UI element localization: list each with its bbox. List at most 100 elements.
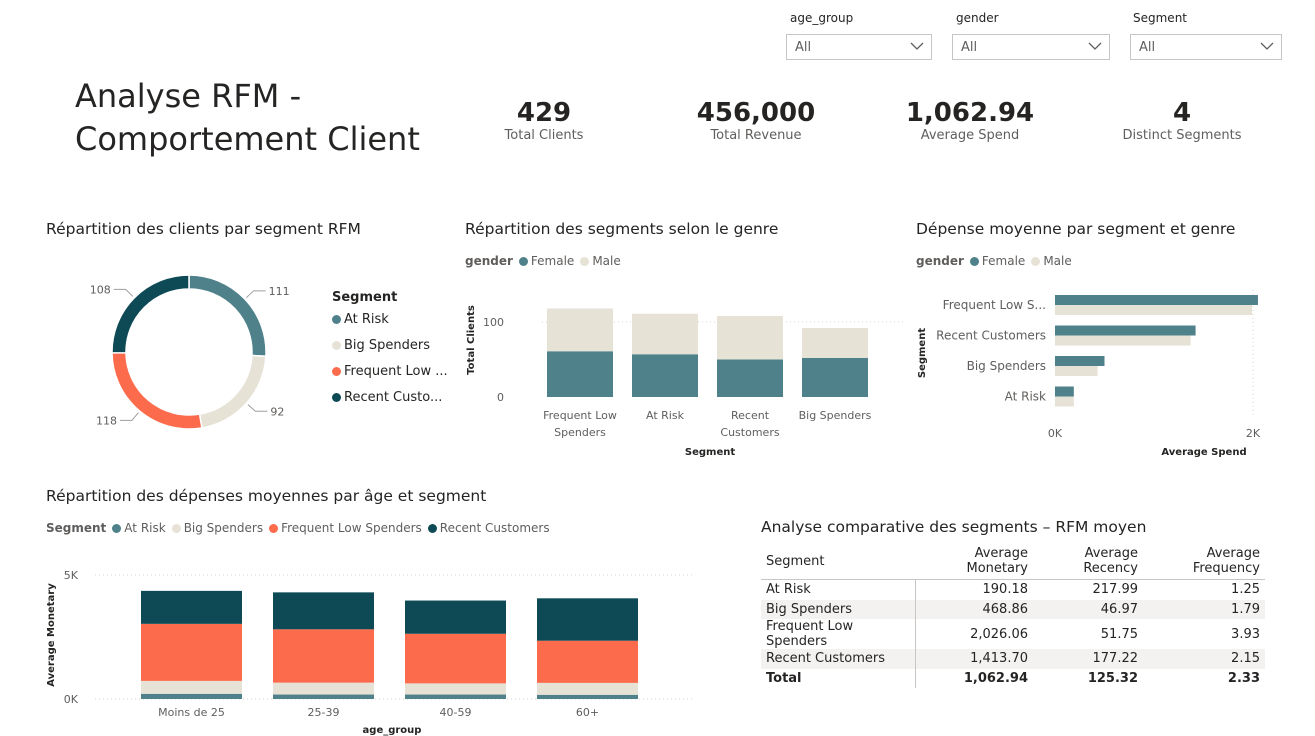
y-tick-label: At Risk [1005, 390, 1046, 404]
x-tick-label: 2K [1246, 427, 1261, 440]
legend-dot-at-risk [332, 315, 341, 324]
y-tick-label: Recent Customers [936, 329, 1046, 343]
y-tick-label: Big Spenders [967, 359, 1046, 373]
column-header[interactable]: Average Frequency [1143, 543, 1265, 580]
table-cell-value: 2,026.06 [970, 626, 1028, 642]
slicer-gender-value: All [961, 40, 978, 55]
age-bar-chart[interactable]: 5K 0K Average Monetary Moins de 25 25-39 40-5… [40, 560, 710, 736]
legend-dot-recent [332, 393, 341, 402]
table-cell-value: 3.93 [1231, 626, 1260, 642]
legend-label[interactable]: Big Spenders [184, 521, 263, 535]
bar-frequent-low [273, 629, 374, 683]
bar-recent [141, 590, 242, 624]
table-cell-value: 1,062.94 [963, 670, 1028, 686]
bar-female [1055, 386, 1074, 397]
kpi-total-revenue: 456,000 Total Revenue [656, 98, 856, 143]
table-total-row[interactable]: Total 1,062.94 125.32 2.33 [761, 668, 1265, 688]
donut-title: Répartition des clients par segment RFM [46, 220, 361, 238]
slicer-segment-dropdown[interactable]: All [1130, 34, 1282, 60]
donut-legend-item[interactable]: Big Spenders [332, 338, 448, 364]
legend-label[interactable]: Male [592, 254, 620, 268]
bar-female [1055, 356, 1105, 366]
legend-label[interactable]: Female [531, 254, 574, 268]
x-tick-label: 60+ [576, 706, 599, 719]
page-title-line1: Analyse RFM - [75, 77, 302, 115]
bar-female [802, 358, 868, 397]
bar-female [1055, 325, 1196, 336]
donut-legend-item[interactable]: At Risk [332, 312, 448, 338]
legend-label: Recent Custo... [344, 390, 443, 405]
donut-data-label: 118 [96, 414, 117, 427]
table-cell-segment: Total [761, 668, 916, 688]
chevron-down-icon [1088, 42, 1102, 50]
table-row[interactable]: Frequent Low Spenders 2,026.06 51.75 3.93 [761, 619, 1265, 649]
kpi-label: Total Clients [504, 128, 584, 143]
bar-frequent-low [405, 633, 506, 684]
legend-dot-at-risk [112, 524, 122, 533]
legend-label[interactable]: Recent Customers [440, 521, 550, 535]
bar-big-spenders [141, 680, 242, 694]
donut-data-label: 92 [270, 405, 284, 418]
donut-slice-frequent-low [111, 351, 203, 430]
table-cell-segment: Frequent Low Spenders [761, 619, 916, 649]
legend-title: gender [916, 254, 964, 268]
column-header[interactable]: Segment [761, 543, 915, 580]
x-axis-title: age_group [363, 725, 422, 736]
column-header[interactable]: Average Recency [1033, 543, 1143, 580]
legend-label[interactable]: Frequent Low Spenders [281, 521, 422, 535]
bar-frequent-low [141, 623, 242, 681]
table-cell-value: 217.99 [1092, 582, 1139, 598]
table-cell-value: 1.79 [1143, 599, 1265, 619]
kpi-label: Average Spend [920, 128, 1020, 143]
column-header[interactable]: Average Monetary [915, 543, 1033, 580]
donut-chart[interactable]: 111 92 118 108 [60, 255, 330, 445]
gender-bar-legend: gender Female Male [465, 254, 621, 268]
legend-dot-big-spenders [332, 341, 341, 350]
legend-label[interactable]: At Risk [124, 521, 165, 535]
bar-male [547, 308, 613, 352]
table-cell-value: 46.97 [1033, 599, 1143, 619]
bar-recent [405, 600, 506, 634]
table-cell-value: 468.86 [915, 599, 1033, 619]
kpi-value: 456,000 [696, 98, 816, 128]
table-cell-value: 190.18 [982, 582, 1029, 598]
spend-bar-chart[interactable]: Frequent Low S... Recent Customers Big Spe… [910, 285, 1305, 465]
x-tick-label: Big Spenders [799, 409, 872, 422]
legend-dot-recent [427, 524, 437, 533]
table-row[interactable]: Recent Customers 1,413.70 177.22 2.15 [761, 649, 1265, 669]
kpi-value: 1,062.94 [905, 98, 1035, 128]
table-cell-value: 177.22 [1033, 649, 1143, 669]
page-title-line2: Comportement Client [75, 120, 420, 158]
y-axis-title: Segment [917, 328, 928, 378]
slicer-age-group-dropdown[interactable]: All [786, 34, 932, 60]
x-axis-title: Segment [685, 447, 735, 458]
donut-data-label: 108 [90, 283, 111, 296]
legend-dot-male [1031, 257, 1041, 266]
legend-label: Big Spenders [344, 338, 431, 353]
bar-big-spenders [405, 683, 506, 695]
rfm-table: Segment Average Monetary Average Recency… [761, 543, 1265, 688]
table-row[interactable]: Big Spenders 468.86 46.97 1.79 [761, 599, 1265, 619]
legend-label[interactable]: Male [1043, 254, 1071, 268]
bar-male [1055, 305, 1253, 315]
donut-leader-line [119, 412, 139, 421]
y-tick-label: 5K [64, 569, 79, 582]
bar-at-risk [405, 694, 506, 699]
bar-at-risk [141, 693, 242, 699]
slicer-gender-dropdown[interactable]: All [952, 34, 1110, 60]
table-row[interactable]: At Risk 190.18 217.99 1.25 [761, 579, 1265, 600]
table-cell-value: 2.33 [1227, 670, 1260, 686]
kpi-distinct-segments: 4 Distinct Segments [1082, 98, 1282, 143]
kpi-average-spend: 1,062.94 Average Spend [870, 98, 1070, 143]
x-tick-label: Moins de 25 [158, 706, 225, 719]
legend-title: gender [465, 254, 513, 268]
donut-leader-line [247, 404, 268, 412]
legend-label[interactable]: Female [982, 254, 1025, 268]
donut-legend-item[interactable]: Frequent Low ... [332, 364, 448, 390]
legend-dot-male [580, 257, 590, 266]
donut-legend-item[interactable]: Recent Custo... [332, 390, 448, 416]
age-bar-legend: Segment At Risk Big Spenders Frequent Low S… [46, 521, 550, 535]
bar-male [1055, 396, 1074, 407]
gender-bar-chart[interactable]: 100 0 Total Clients Frequent Low Spenders At … [460, 285, 910, 465]
table-cell-value: 1,413.70 [915, 649, 1033, 669]
